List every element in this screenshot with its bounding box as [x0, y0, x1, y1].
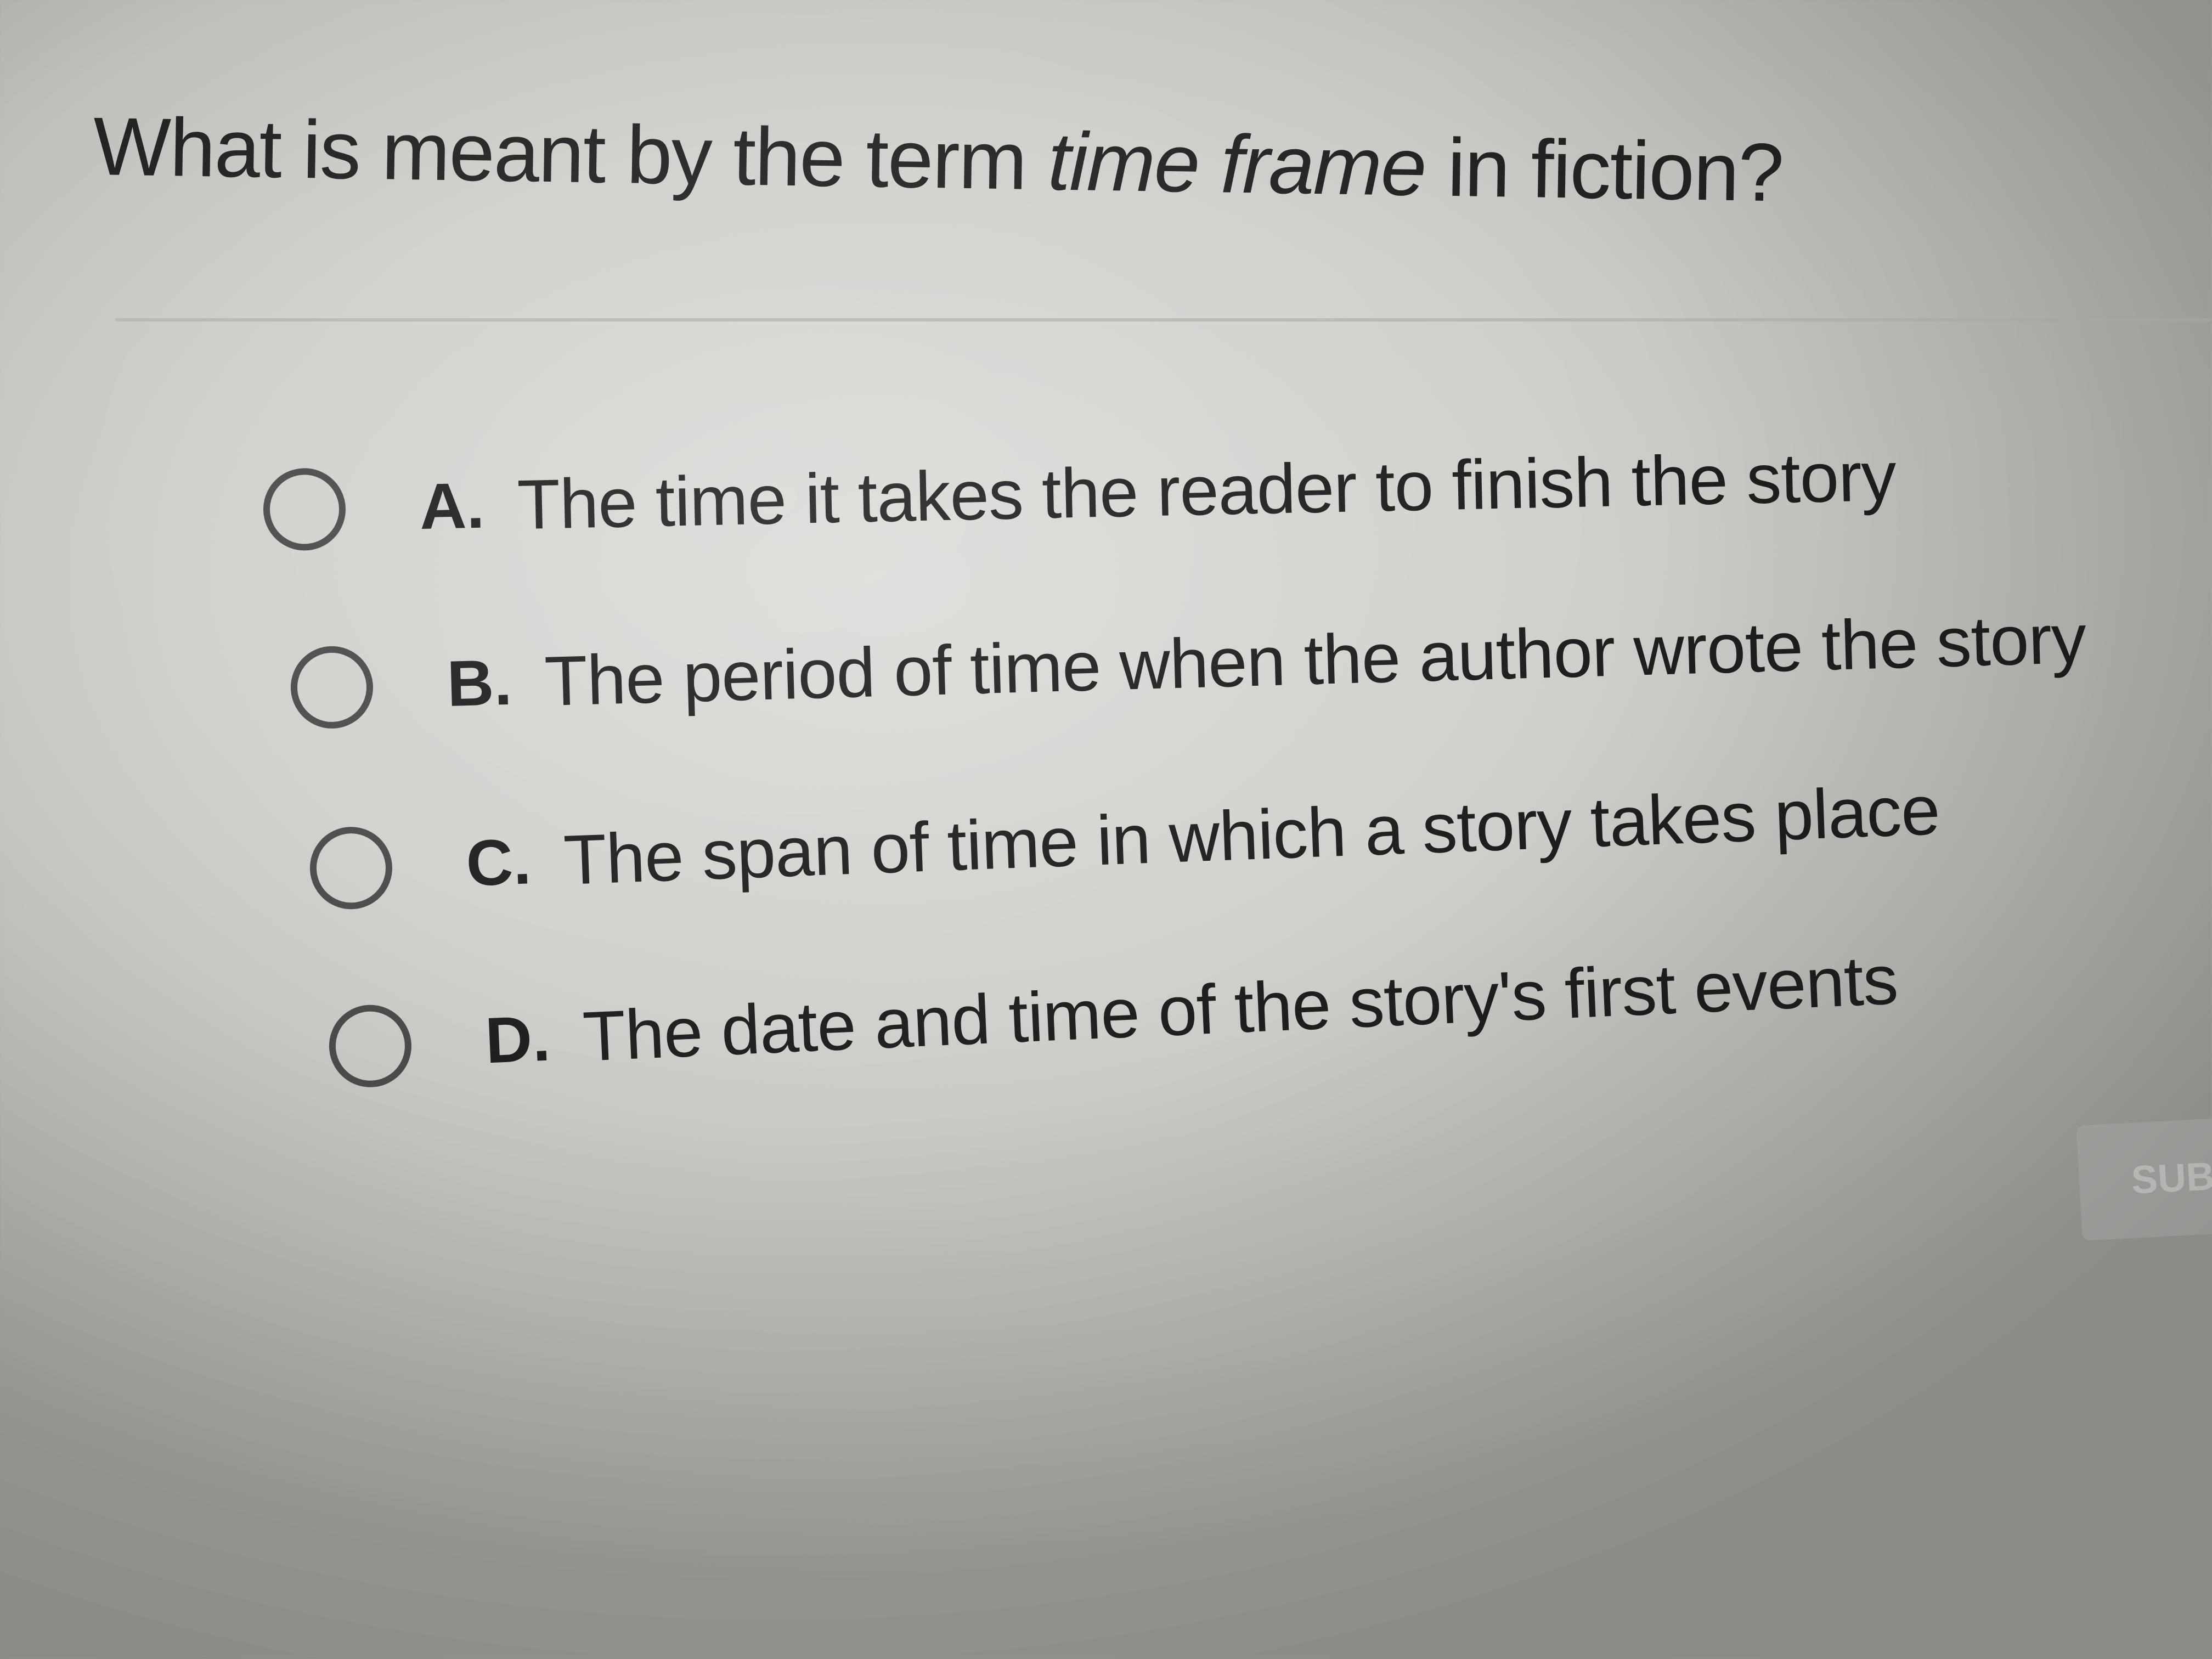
- answer-options: A. The time it takes the reader to finis…: [0, 0, 2212, 1659]
- radio-unselected-icon[interactable]: [327, 1003, 414, 1089]
- option-text[interactable]: The period of time when the author wrote…: [544, 598, 2087, 721]
- answer-option-d[interactable]: D. The date and time of the story's firs…: [327, 938, 1899, 1089]
- option-letter: B.: [446, 646, 513, 721]
- quiz-screen: What is meant by the term time frame in …: [0, 0, 2212, 1659]
- radio-unselected-icon[interactable]: [262, 467, 347, 551]
- answer-option-c[interactable]: C. The span of time in which a story tak…: [308, 769, 1941, 911]
- answer-option-b[interactable]: B. The period of time when the author wr…: [289, 597, 2087, 730]
- option-text[interactable]: The span of time in which a story takes …: [562, 770, 1941, 901]
- radio-unselected-icon[interactable]: [289, 645, 375, 730]
- option-letter: D.: [483, 1002, 552, 1077]
- option-text[interactable]: The date and time of the story's first e…: [581, 939, 1899, 1077]
- radio-unselected-icon[interactable]: [308, 825, 394, 911]
- option-letter: A.: [419, 469, 486, 544]
- option-letter: C.: [465, 825, 533, 900]
- submit-button[interactable]: SUB: [2076, 1118, 2212, 1241]
- answer-option-a[interactable]: A. The time it takes the reader to finis…: [262, 435, 1897, 551]
- option-text[interactable]: The time it takes the reader to finish t…: [516, 436, 1897, 545]
